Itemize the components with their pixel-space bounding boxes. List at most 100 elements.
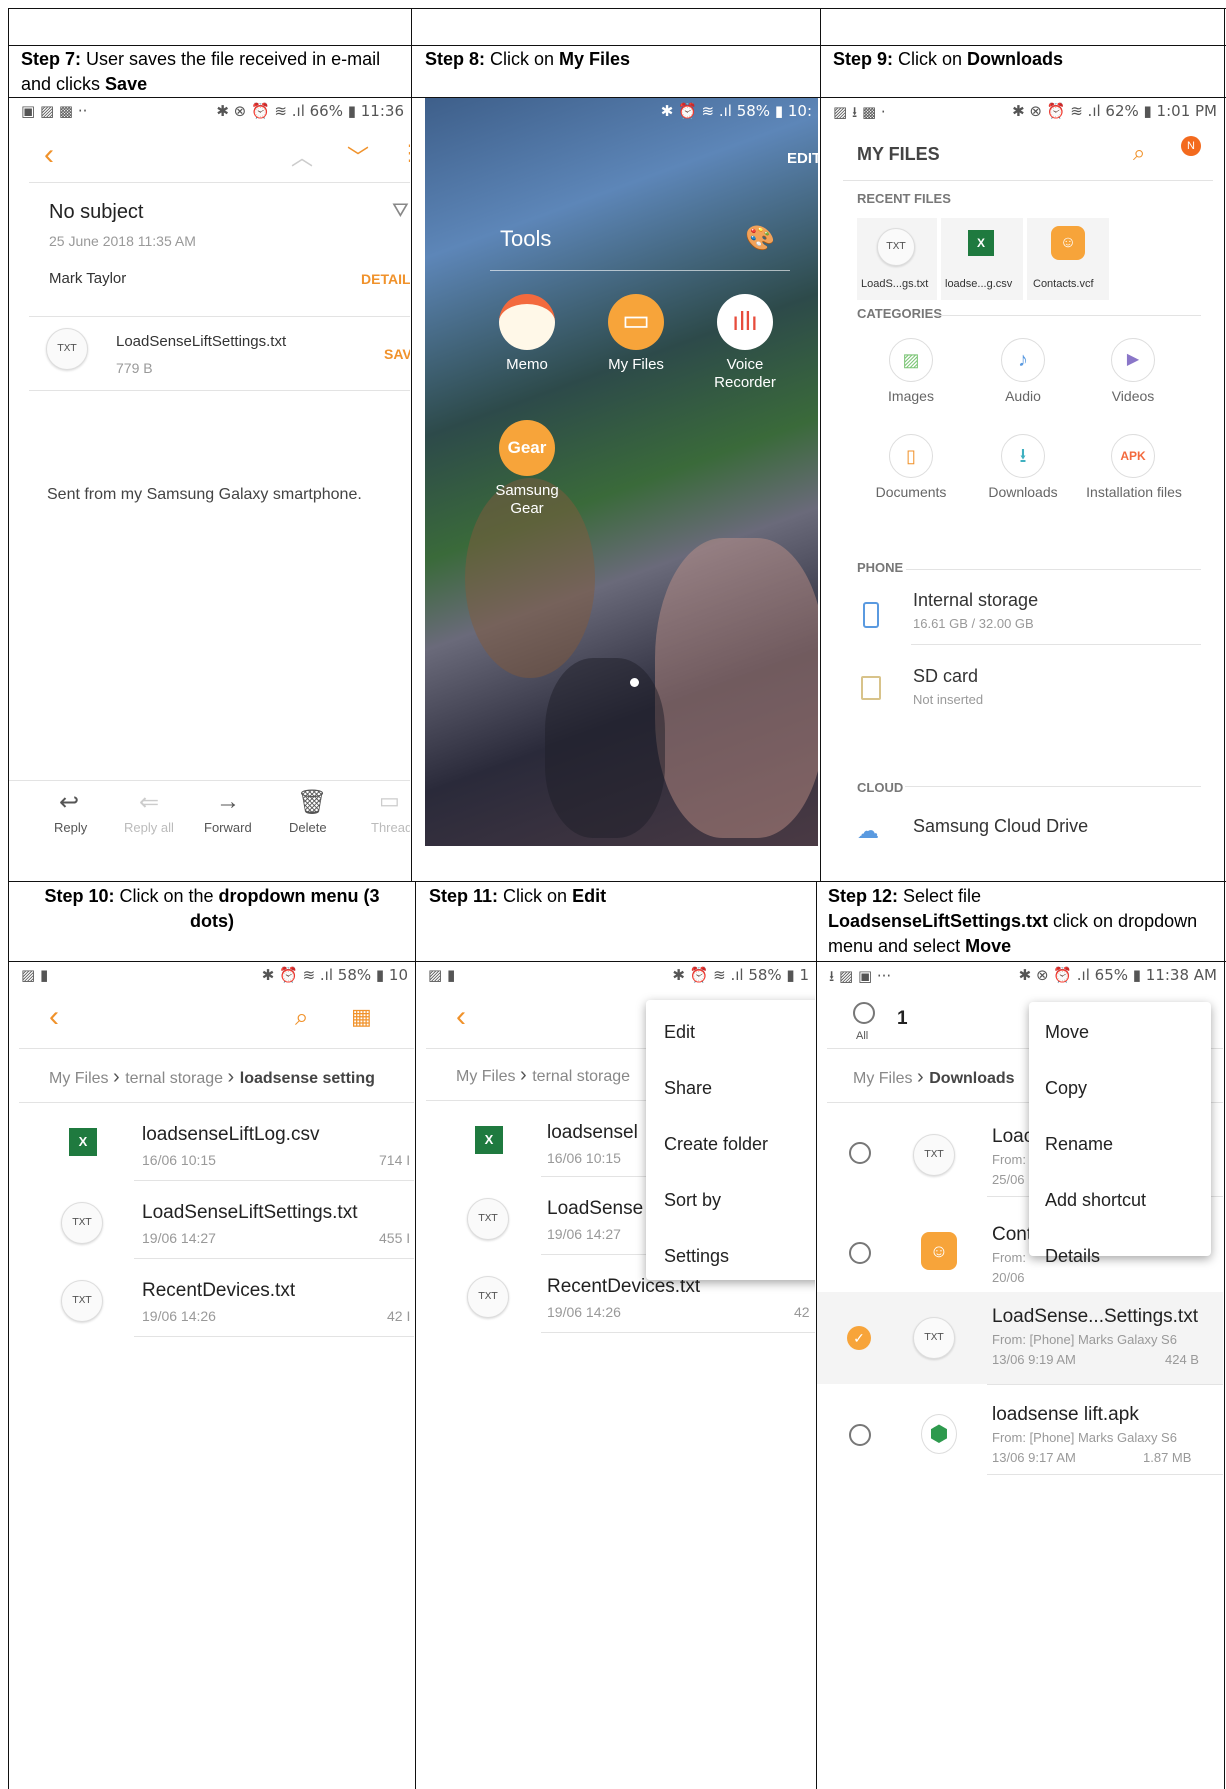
downloads-icon[interactable]: ⭳ xyxy=(1001,434,1045,478)
breadcrumb-item[interactable]: Downloads xyxy=(929,1070,1014,1087)
forward-button[interactable]: Forward xyxy=(204,820,252,835)
filter-icon[interactable]: ⛛ xyxy=(392,200,409,223)
status-bar: ▨ ▮ ✱ ⏰ ≋ .ıl 58% ▮ 1 xyxy=(428,966,809,984)
samsung-gear-app-icon[interactable]: Gear xyxy=(499,420,555,476)
file-name[interactable]: loadsenseLiftLog.csv xyxy=(142,1124,319,1146)
home-screen: ✱ ⏰ ≋ .ıl 58% ▮ 10: EDIT Tools 🎨 Memo ▭ … xyxy=(425,98,818,846)
sd-card-item[interactable]: SD card xyxy=(913,666,978,687)
breadcrumb-item[interactable]: My Files xyxy=(49,1070,109,1087)
divider xyxy=(905,786,1201,787)
more-options-icon[interactable]: ⋮ xyxy=(399,140,410,166)
menu-item-rename[interactable]: Rename xyxy=(1045,1134,1113,1155)
breadcrumb-item[interactable]: My Files xyxy=(456,1068,516,1085)
breadcrumb-item[interactable]: ternal storage xyxy=(532,1068,630,1085)
breadcrumb-item[interactable]: ternal storage xyxy=(125,1070,223,1087)
audio-icon[interactable]: ♪ xyxy=(1001,338,1045,382)
email-screen: ▣ ▨ ▩ ·· ✱ ⊗ ⏰ ≋ .ıl 66% ▮ 11:36 ‹ ︿ ﹀ ⋮… xyxy=(9,98,410,881)
details-link[interactable]: DETAILS xyxy=(361,271,410,287)
save-button[interactable]: SAVE xyxy=(384,346,410,362)
row-checkbox[interactable] xyxy=(849,1142,871,1164)
row-checkbox[interactable] xyxy=(849,1242,871,1264)
divider xyxy=(29,316,410,317)
internal-storage-item[interactable]: Internal storage xyxy=(913,590,1038,611)
folder-menu-screen: ▨ ▮ ✱ ⏰ ≋ .ıl 58% ▮ 1 ‹ My Files › terna… xyxy=(416,962,815,1789)
back-icon[interactable]: ‹ xyxy=(49,1000,59,1034)
menu-item-details[interactable]: Details xyxy=(1045,1246,1100,1267)
menu-item-create-folder[interactable]: Create folder xyxy=(664,1134,768,1155)
status-bar: ✱ ⏰ ≋ .ıl 58% ▮ 10: xyxy=(660,102,812,120)
category-installation-files[interactable]: Installation files xyxy=(1069,484,1199,500)
forward-icon[interactable]: → xyxy=(216,788,240,816)
file-name[interactable]: loadsense lift.apk xyxy=(992,1404,1139,1426)
checked-checkbox-icon[interactable]: ✓ xyxy=(847,1326,871,1350)
file-name[interactable]: Loac xyxy=(992,1126,1033,1148)
selected-count: 1 xyxy=(897,1008,908,1029)
search-icon[interactable]: ⌕ xyxy=(295,1004,308,1032)
email-subject: No subject xyxy=(49,201,144,223)
category-downloads[interactable]: Downloads xyxy=(963,484,1083,500)
trash-icon[interactable]: 🗑 xyxy=(297,788,327,817)
status-bar: ▨ ⭳ ▩ · ✱ ⊗ ⏰ ≋ .ıl 62% ▮ 1:01 PM xyxy=(833,102,1217,121)
excel-file-icon: X xyxy=(968,230,994,256)
categories-header: CATEGORIES xyxy=(857,306,942,321)
grid-view-icon[interactable]: ▦ xyxy=(351,1004,372,1030)
apk-icon[interactable]: APK xyxy=(1111,434,1155,478)
palette-icon[interactable]: 🎨 xyxy=(745,224,775,253)
file-date: 25/06 xyxy=(992,1172,1025,1187)
phone-icon xyxy=(863,602,879,628)
documents-icon[interactable]: ▯ xyxy=(889,434,933,478)
folder-title[interactable]: Tools xyxy=(500,226,551,252)
file-name[interactable]: LoadSense...Settings.txt xyxy=(992,1306,1198,1328)
menu-item-move[interactable]: Move xyxy=(1045,1022,1089,1043)
search-icon[interactable]: ⌕ xyxy=(1133,140,1145,166)
menu-item-copy[interactable]: Copy xyxy=(1045,1078,1087,1099)
table-border xyxy=(8,881,1226,882)
txt-file-icon: TXT xyxy=(913,1134,955,1176)
divider xyxy=(19,1048,414,1049)
overflow-menu: Move Copy Rename Add shortcut Details xyxy=(1029,1002,1211,1266)
images-icon[interactable]: ▨ xyxy=(889,338,933,382)
notification-badge-icon[interactable]: N xyxy=(1181,136,1201,156)
chevron-down-icon[interactable]: ﹀ xyxy=(347,140,369,172)
thread-icon[interactable]: ▭ xyxy=(379,788,400,814)
menu-item-edit[interactable]: Edit xyxy=(664,1022,695,1043)
breadcrumb-item[interactable]: loadsense setting xyxy=(240,1070,375,1087)
category-images[interactable]: Images xyxy=(851,388,971,404)
reply-all-button[interactable]: Reply all xyxy=(124,820,174,835)
samsung-cloud-item[interactable]: Samsung Cloud Drive xyxy=(913,816,1088,837)
breadcrumb-item[interactable]: My Files xyxy=(853,1070,913,1087)
back-icon[interactable]: ‹ xyxy=(456,1000,466,1034)
edit-button[interactable]: EDIT xyxy=(787,150,818,167)
back-icon[interactable]: ‹ xyxy=(44,138,54,172)
reply-icon[interactable]: ↩ xyxy=(59,788,79,817)
select-all-checkbox[interactable] xyxy=(853,1002,875,1024)
my-files-app-icon[interactable]: ▭ xyxy=(608,294,664,350)
videos-icon[interactable]: ▶ xyxy=(1111,338,1155,382)
file-source: From: [Phone] Marks Galaxy S6 xyxy=(992,1430,1177,1445)
voice-recorder-app-icon[interactable]: ıllı xyxy=(717,294,773,350)
file-name[interactable]: loadsensel xyxy=(547,1122,638,1144)
row-checkbox[interactable] xyxy=(849,1424,871,1446)
menu-item-share[interactable]: Share xyxy=(664,1078,712,1099)
file-name[interactable]: LoadSense xyxy=(547,1198,643,1220)
category-documents[interactable]: Documents xyxy=(851,484,971,500)
reply-all-icon[interactable]: ⇐ xyxy=(139,788,159,817)
menu-item-sort-by[interactable]: Sort by xyxy=(664,1190,721,1211)
reply-button[interactable]: Reply xyxy=(54,820,87,835)
chevron-up-icon[interactable]: ︿ xyxy=(291,140,313,172)
more-options-icon[interactable]: ⋮ xyxy=(404,1002,414,1031)
delete-button[interactable]: Delete xyxy=(289,820,327,835)
divider xyxy=(906,569,1201,570)
file-name[interactable]: LoadSenseLiftSettings.txt xyxy=(142,1202,357,1224)
file-name[interactable]: RecentDevices.txt xyxy=(142,1280,295,1302)
category-audio[interactable]: Audio xyxy=(963,388,1083,404)
thread-button[interactable]: Thread xyxy=(371,820,410,835)
divider xyxy=(541,1332,815,1333)
category-videos[interactable]: Videos xyxy=(1073,388,1193,404)
attachment-name[interactable]: LoadSenseLiftSettings.txt xyxy=(116,333,286,350)
menu-item-settings[interactable]: Settings xyxy=(664,1246,729,1267)
menu-item-add-shortcut[interactable]: Add shortcut xyxy=(1045,1190,1146,1211)
memo-app-label: Memo xyxy=(506,356,548,373)
memo-app-icon[interactable] xyxy=(499,294,555,350)
file-name[interactable]: Cont xyxy=(992,1224,1032,1246)
